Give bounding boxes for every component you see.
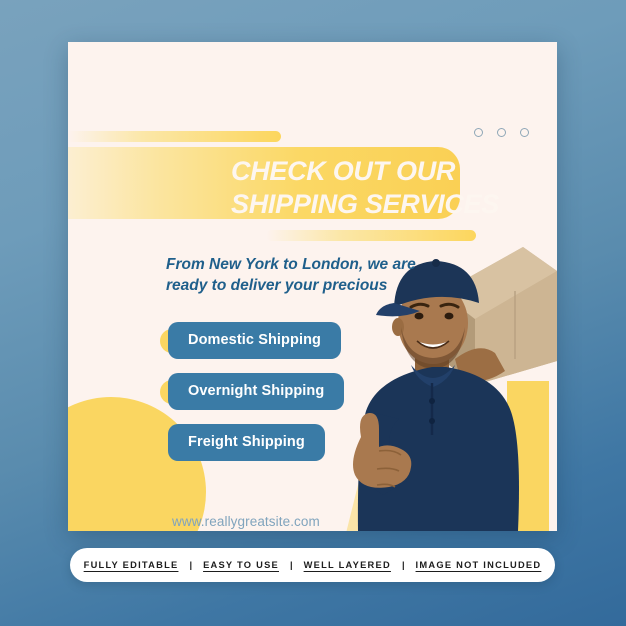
window-dots	[474, 128, 529, 137]
page-title-line-1: CHECK OUT OUR	[231, 156, 456, 186]
subtitle: From New York to London, we are ready to…	[166, 254, 466, 297]
window-dot-1-icon[interactable]	[474, 128, 483, 137]
website-url[interactable]: www.reallygreatsite.com	[172, 514, 320, 529]
service-item-2: Overnight Shipping	[160, 373, 345, 410]
info-item-image-not-included[interactable]: IMAGE NOT INCLUDED	[416, 560, 542, 570]
subtitle-line-1: From New York to London, we are	[166, 256, 416, 273]
window-dot-3-icon[interactable]	[520, 128, 529, 137]
accent-bar-top	[68, 131, 281, 142]
info-bar: FULLY EDITABLE | EASY TO USE | WELL LAYE…	[70, 548, 555, 582]
service-item-3: Freight Shipping	[160, 424, 344, 461]
info-item-fully-editable[interactable]: FULLY EDITABLE	[84, 560, 179, 570]
page-title: CHECK OUT OUR SHIPPING SERVICES	[231, 155, 541, 221]
info-separator: |	[189, 560, 193, 570]
window-dot-2-icon[interactable]	[497, 128, 506, 137]
domestic-shipping-button[interactable]: Domestic Shipping	[168, 322, 342, 359]
info-item-well-layered[interactable]: WELL LAYERED	[304, 560, 391, 570]
freight-shipping-button[interactable]: Freight Shipping	[168, 424, 325, 461]
service-list: Domestic Shipping Overnight Shipping Fre…	[160, 322, 345, 461]
overnight-shipping-button[interactable]: Overnight Shipping	[168, 373, 345, 410]
mockup-card: CHECK OUT OUR SHIPPING SERVICES From New…	[68, 42, 557, 531]
service-item-1: Domestic Shipping	[160, 322, 344, 359]
info-separator: |	[290, 560, 293, 570]
subtitle-line-2: ready to deliver your precious	[166, 277, 388, 295]
page-title-line-2: SHIPPING SERVICES	[231, 188, 499, 219]
info-item-easy-to-use[interactable]: EASY TO USE	[203, 560, 279, 570]
info-separator: |	[401, 560, 405, 570]
